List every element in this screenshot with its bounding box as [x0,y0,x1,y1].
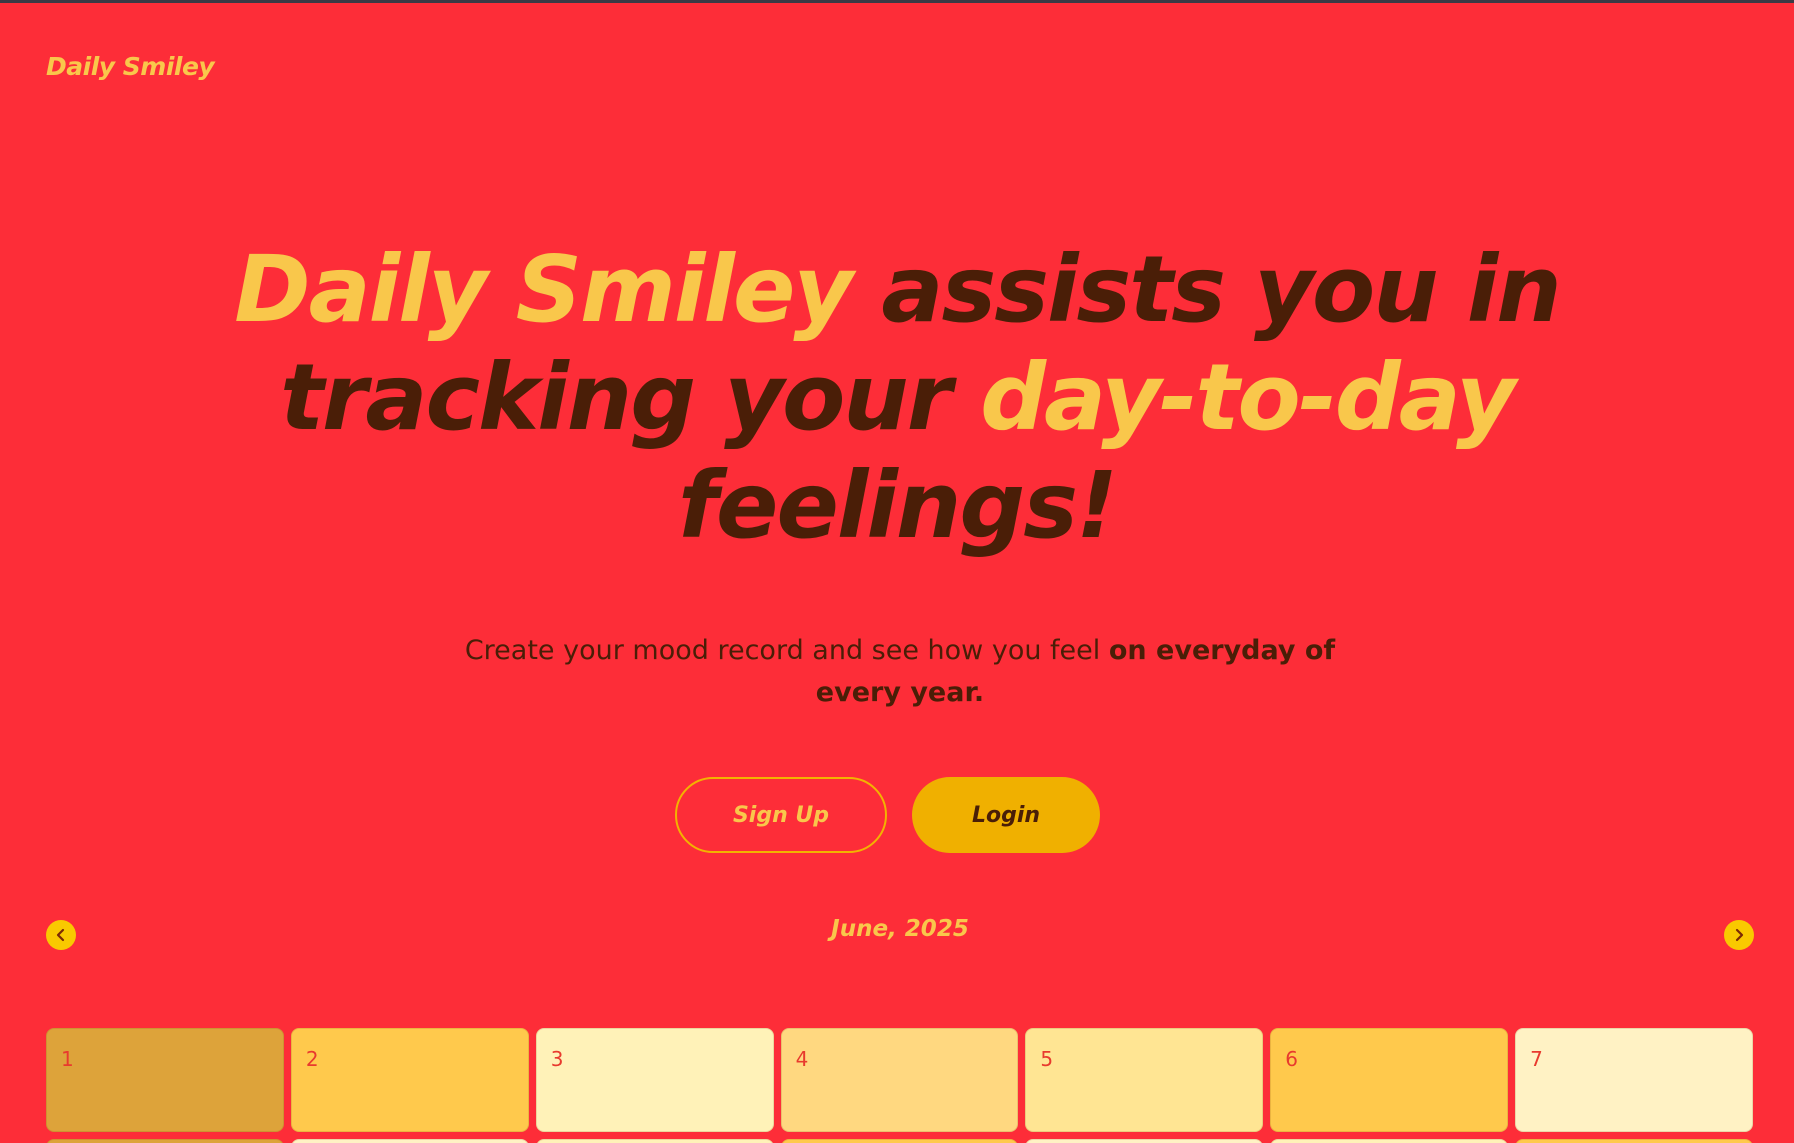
calendar-day[interactable] [290,1139,529,1143]
hero-heading: Daily Smiley assists you in tracking you… [150,236,1644,560]
calendar-day[interactable]: 7 [1515,1028,1753,1132]
calendar-day[interactable] [780,1139,1019,1143]
calendar-day[interactable] [1515,1139,1753,1143]
next-month-button[interactable] [1724,920,1754,950]
subtitle-normal: Create your mood record and see how you … [464,635,1109,666]
chevron-right-icon [1735,928,1744,942]
prev-month-button[interactable] [46,920,76,950]
month-label: June, 2025 [831,916,969,942]
calendar-day[interactable]: 4 [780,1028,1019,1132]
calendar-day[interactable]: 6 [1270,1028,1509,1132]
calendar-day[interactable] [1270,1139,1509,1143]
signup-button[interactable]: Sign Up [675,777,887,853]
hero-brand-text: Daily Smiley [234,236,853,343]
calendar-day[interactable]: 2 [290,1028,529,1132]
brand-logo[interactable]: Daily Smiley [46,52,215,81]
calendar-day[interactable] [535,1139,774,1143]
hero-highlight-text: day-to-day [980,344,1516,451]
hero-text-2: feelings! [678,452,1118,559]
calendar-grid: 1 2 3 4 5 6 7 [46,1028,1753,1143]
window-top-border [0,0,1794,3]
calendar-day[interactable]: 3 [535,1028,774,1132]
login-button[interactable]: Login [912,777,1100,853]
hero-subtitle: Create your mood record and see how you … [420,630,1380,714]
calendar-day[interactable] [1025,1139,1264,1143]
calendar-day[interactable]: 5 [1025,1028,1264,1132]
chevron-left-icon [56,928,65,942]
calendar-day[interactable] [46,1139,284,1143]
calendar-day[interactable]: 1 [46,1028,284,1132]
